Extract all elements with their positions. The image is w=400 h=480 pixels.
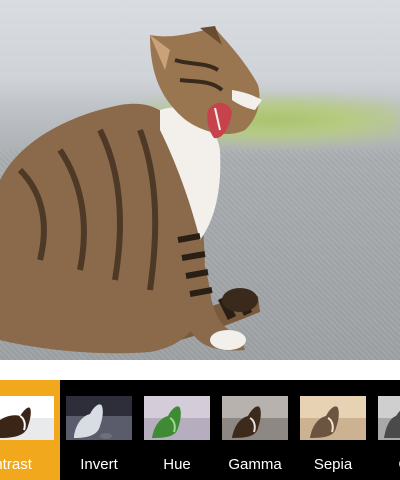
filter-thumbnail [222, 396, 288, 440]
filter-thumbnail [0, 396, 54, 440]
filter-thumbnail [144, 396, 210, 440]
filter-label: Invert [80, 456, 118, 473]
filter-label: Hue [163, 456, 191, 473]
filter-thumbnail [300, 396, 366, 440]
main-photo [0, 0, 400, 360]
filter-carousel[interactable]: ontrast Invert [0, 380, 400, 480]
filter-label: Gamma [228, 456, 282, 473]
filter-label: ontrast [0, 456, 32, 473]
divider-strip [0, 360, 400, 380]
filter-item-hue[interactable]: Hue [138, 380, 216, 480]
filter-thumbnail [378, 396, 400, 440]
filter-label: Gra [372, 456, 400, 473]
cat-figure [0, 26, 262, 354]
filter-thumbnail [66, 396, 132, 440]
filter-label: Sepia [313, 456, 353, 473]
filter-item-contrast[interactable]: ontrast [0, 380, 60, 480]
filter-item-gamma[interactable]: Gamma [216, 380, 294, 480]
filter-item-invert[interactable]: Invert [60, 380, 138, 480]
filter-item-sepia[interactable]: Sepia [294, 380, 372, 480]
filter-item-grayscale[interactable]: Gra [372, 380, 400, 480]
